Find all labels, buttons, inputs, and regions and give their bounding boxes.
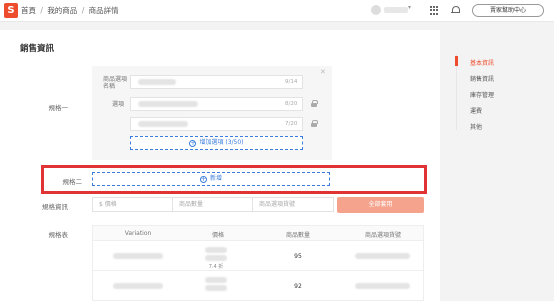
chevron-down-icon[interactable]: ▾: [408, 4, 411, 11]
blurred-text: [355, 283, 410, 289]
spec-info-label: 規格資訊: [42, 203, 68, 211]
top-bar: S 首頁 / 我的商品 / 商品詳情 ▾ 賣家幫助中心: [0, 0, 554, 22]
highlight-box: [41, 165, 427, 194]
column-header: 價格: [211, 232, 224, 239]
column-header: 商品數量: [285, 232, 310, 239]
close-icon[interactable]: ✕: [320, 68, 326, 76]
options-label: 選項: [112, 101, 125, 108]
stock-input[interactable]: 商品數量: [172, 197, 254, 212]
blurred-text: [113, 253, 163, 259]
blurred-text: [138, 79, 176, 85]
side-nav-item-shipping[interactable]: 運費: [470, 106, 482, 115]
lock-icon: [311, 100, 318, 107]
notification-bell-icon[interactable]: [451, 5, 460, 15]
variation-name-label: 商品選項名稱: [103, 76, 128, 90]
apps-grid-icon[interactable]: [430, 6, 439, 15]
avatar[interactable]: [371, 5, 381, 15]
side-nav-item-stock[interactable]: 庫存管理: [470, 90, 494, 99]
add-option-button[interactable]: + 增加選項 (3/50): [130, 136, 303, 150]
blurred-text: [355, 253, 410, 259]
blurred-text: [205, 247, 227, 253]
column-header: Variation: [124, 230, 152, 237]
variation-table-label: 規格表: [48, 231, 69, 239]
breadcrumb-my-products[interactable]: 我的商品: [47, 6, 77, 15]
breadcrumb-home[interactable]: 首頁: [21, 6, 36, 15]
char-count: 8/20: [285, 101, 298, 107]
price-input[interactable]: $ 價格: [92, 197, 174, 212]
blurred-text: [205, 277, 227, 283]
plus-circle-icon: +: [189, 140, 197, 147]
variation1-label: 規格一: [48, 104, 69, 112]
side-nav-item-basic-info[interactable]: 基本資訊: [470, 58, 494, 67]
blurred-text: [138, 101, 198, 107]
sku-input[interactable]: 商品選項貨號: [252, 197, 334, 212]
table-row: 7.4 折 95: [92, 241, 424, 271]
breadcrumb-product-detail: 商品詳情: [88, 6, 119, 15]
user-menu[interactable]: [371, 5, 409, 15]
table-header: Variation 價格 商品數量 商品選項貨號: [92, 225, 424, 241]
lock-icon: [311, 120, 318, 127]
side-nav-item-others[interactable]: 其他: [470, 122, 482, 131]
section-title: 銷售資訊: [20, 44, 55, 54]
seller-help-center-button[interactable]: 賣家幫助中心: [472, 4, 544, 17]
add-option-label: 增加選項 (3/50): [199, 139, 244, 146]
side-nav-item-sales-info[interactable]: 銷售資訊: [470, 74, 494, 83]
char-count: 9/14: [285, 79, 298, 85]
breadcrumb-separator: /: [40, 6, 43, 15]
apply-all-button[interactable]: 全部套用: [337, 197, 424, 213]
side-nav-active-marker: [455, 56, 458, 66]
shopee-logo-icon[interactable]: S: [4, 3, 18, 18]
breadcrumb: 首頁 / 我的商品 / 商品詳情: [21, 5, 119, 16]
breadcrumb-separator: /: [81, 6, 85, 15]
column-header: 商品選項貨號: [364, 232, 401, 239]
stock-value[interactable]: 95: [278, 253, 318, 260]
table-row: 92: [92, 271, 424, 301]
blurred-text: [205, 255, 227, 261]
blurred-text: [138, 121, 188, 127]
blurred-text: [205, 285, 227, 291]
discount-note: 7.4 折: [208, 264, 224, 270]
char-count: 7/20: [285, 121, 298, 127]
blurred-text: [113, 283, 163, 289]
stock-value[interactable]: 92: [278, 283, 318, 290]
username-blurred: [384, 7, 408, 13]
